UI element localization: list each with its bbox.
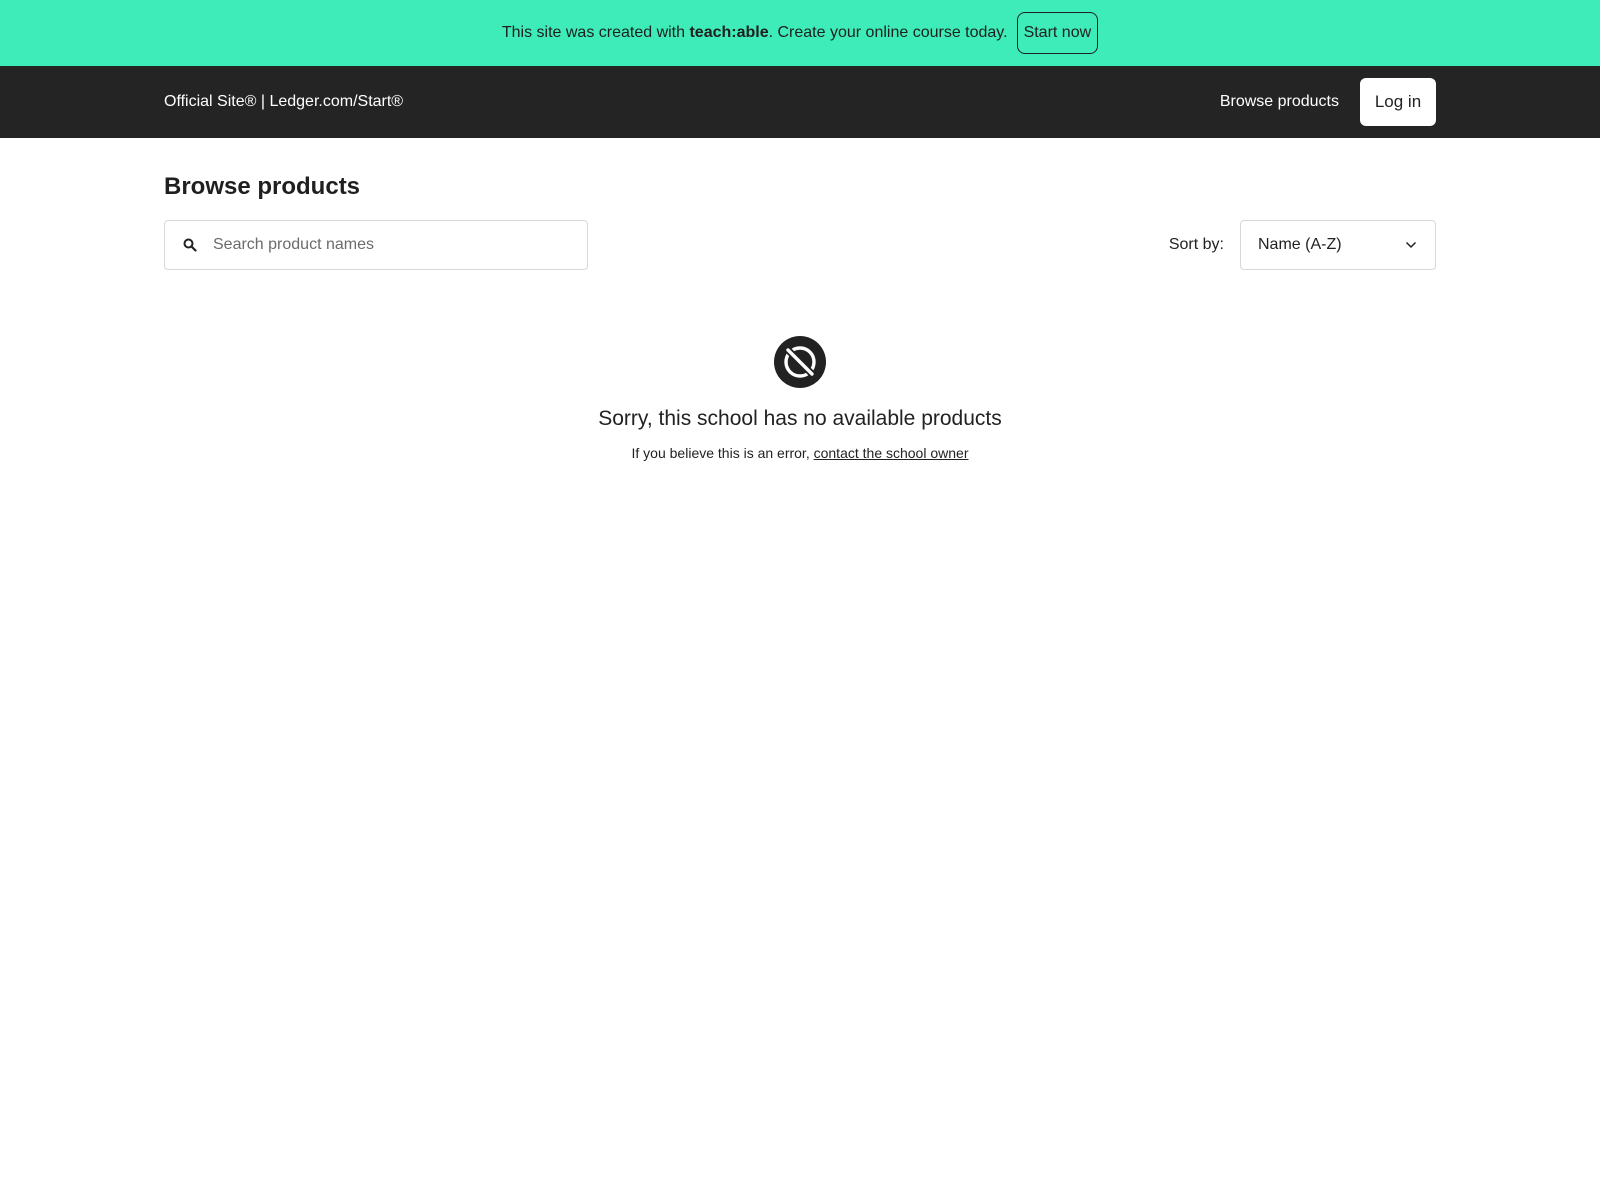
nav-actions: Browse products Log in <box>1220 78 1436 126</box>
sort-select[interactable]: Name (A-Z) <box>1240 220 1436 270</box>
search-box[interactable] <box>164 220 588 270</box>
empty-state: Sorry, this school has no available prod… <box>164 334 1436 461</box>
promo-text-before: This site was created with <box>501 24 690 41</box>
top-navigation: Official Site® | Ledger.com/Start® Brows… <box>0 66 1600 138</box>
product-controls: Sort by: Name (A-Z) <box>164 220 1436 270</box>
sort-selected-value: Name (A-Z) <box>1258 236 1342 253</box>
page-title: Browse products <box>164 173 361 200</box>
empty-state-message: If you believe this is an error, contact… <box>164 445 1436 461</box>
start-now-button[interactable]: Start now <box>1016 12 1099 54</box>
main-content: Browse products Sort by: Name (A-Z) <box>0 172 1600 461</box>
chevron-down-icon <box>1405 236 1417 254</box>
search-input[interactable] <box>213 236 587 254</box>
empty-state-prefix: If you believe this is an error, <box>631 445 814 461</box>
promo-banner: This site was created with teach:able. C… <box>0 0 1600 66</box>
promo-brand: teach:able <box>689 24 769 41</box>
site-name[interactable]: Official Site® | Ledger.com/Start® <box>164 93 403 111</box>
login-button[interactable]: Log in <box>1360 78 1436 126</box>
promo-text-after: . Create your online course today. <box>768 24 1008 41</box>
sort-label: Sort by: <box>1168 236 1224 253</box>
promo-text: This site was created with teach:able. C… <box>502 24 1008 42</box>
browse-products-link[interactable]: Browse products <box>1220 93 1339 111</box>
contact-owner-link[interactable]: contact the school owner <box>814 445 969 461</box>
empty-state-title: Sorry, this school has no available prod… <box>598 407 1002 430</box>
sort-control: Sort by: Name (A-Z) <box>1169 220 1436 270</box>
search-icon <box>183 238 197 252</box>
no-products-icon <box>774 334 826 390</box>
